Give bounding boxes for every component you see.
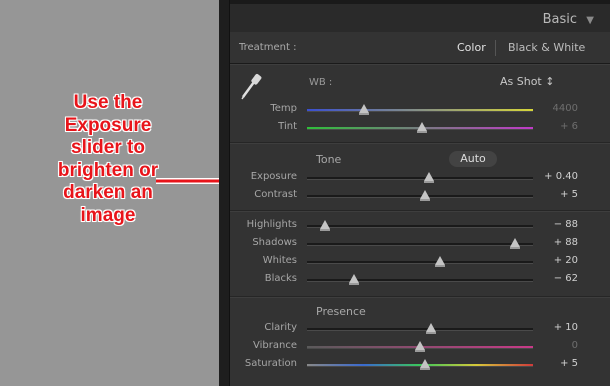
- tint-slider-row: Tint + 6: [230, 119, 610, 137]
- temp-slider-thumb[interactable]: [358, 104, 369, 115]
- saturation-slider-row: Saturation + 5: [230, 356, 610, 374]
- divider: [230, 143, 610, 144]
- tint-value[interactable]: + 6: [560, 121, 578, 132]
- clarity-slider-track[interactable]: [307, 328, 533, 331]
- whites-slider-thumb[interactable]: [435, 256, 446, 267]
- contrast-slider-thumb[interactable]: [419, 190, 430, 201]
- panel-title: Basic: [542, 12, 577, 27]
- exposure-slider-track[interactable]: [307, 177, 533, 180]
- tone-title: Tone: [316, 153, 342, 166]
- vibrance-label: Vibrance: [253, 340, 297, 351]
- shadows-slider-thumb[interactable]: [509, 238, 520, 249]
- highlights-slider-thumb[interactable]: [320, 220, 331, 231]
- temp-value[interactable]: 4400: [553, 103, 578, 114]
- eyedropper-icon[interactable]: [239, 70, 265, 100]
- whites-label: Whites: [262, 255, 297, 266]
- annotation-arrow: [156, 171, 244, 191]
- vibrance-slider-thumb[interactable]: [415, 341, 425, 352]
- annotation-line: image: [80, 204, 136, 226]
- treatment-color-button[interactable]: Color: [457, 41, 486, 54]
- treatment-row: Treatment : Color Black & White: [230, 34, 610, 64]
- whites-value[interactable]: + 20: [554, 255, 578, 266]
- clarity-value[interactable]: + 10: [554, 322, 578, 333]
- tint-slider-thumb[interactable]: [417, 122, 428, 133]
- wb-preset-select[interactable]: As Shot ↕: [500, 75, 554, 88]
- highlights-value[interactable]: − 88: [554, 219, 578, 230]
- exposure-value[interactable]: + 0.40: [544, 171, 578, 182]
- divider: [230, 211, 610, 212]
- highlights-slider-row: Highlights − 88: [230, 217, 610, 235]
- divider: [230, 297, 610, 298]
- saturation-value[interactable]: + 5: [560, 358, 578, 369]
- exposure-slider-row: Exposure + 0.40: [230, 169, 610, 187]
- treatment-label: Treatment :: [239, 42, 297, 53]
- whites-slider-track[interactable]: [307, 261, 533, 264]
- panel-header[interactable]: Basic ▼: [230, 0, 610, 32]
- shadows-value[interactable]: + 88: [554, 237, 578, 248]
- saturation-slider-thumb[interactable]: [419, 359, 430, 370]
- auto-tone-button[interactable]: Auto: [449, 151, 497, 167]
- tint-label: Tint: [278, 121, 297, 132]
- divider: [495, 40, 496, 56]
- highlights-slider-track[interactable]: [307, 225, 533, 228]
- clarity-slider-row: Clarity + 10: [230, 320, 610, 338]
- clarity-slider-thumb[interactable]: [426, 323, 437, 334]
- highlights-label: Highlights: [246, 219, 297, 230]
- wb-label: WB :: [309, 77, 333, 88]
- shadows-slider-row: Shadows + 88: [230, 235, 610, 253]
- exposure-slider-thumb[interactable]: [424, 172, 435, 183]
- contrast-value[interactable]: + 5: [560, 189, 578, 200]
- exposure-label: Exposure: [250, 171, 297, 182]
- contrast-label: Contrast: [254, 189, 297, 200]
- vibrance-slider-row: Vibrance 0: [230, 338, 610, 356]
- blacks-label: Blacks: [264, 273, 297, 284]
- divider: [230, 64, 610, 65]
- shadows-slider-track[interactable]: [307, 243, 533, 246]
- blacks-slider-thumb[interactable]: [349, 274, 360, 285]
- basic-panel: Basic ▼ Treatment : Color Black & White …: [229, 0, 610, 386]
- temp-slider-track[interactable]: [307, 109, 533, 112]
- blacks-slider-row: Blacks − 62: [230, 271, 610, 289]
- presence-title: Presence: [316, 305, 366, 318]
- vibrance-value[interactable]: 0: [572, 340, 578, 351]
- whites-slider-row: Whites + 20: [230, 253, 610, 271]
- clarity-label: Clarity: [264, 322, 297, 333]
- develop-panel: Basic ▼ Treatment : Color Black & White …: [219, 0, 610, 386]
- temp-slider-row: Temp 4400: [230, 101, 610, 119]
- treatment-bw-button[interactable]: Black & White: [508, 41, 585, 54]
- blacks-value[interactable]: − 62: [554, 273, 578, 284]
- saturation-label: Saturation: [244, 358, 297, 369]
- blacks-slider-track[interactable]: [307, 279, 533, 282]
- triangle-down-icon[interactable]: ▼: [586, 15, 594, 26]
- temp-label: Temp: [270, 103, 297, 114]
- contrast-slider-row: Contrast + 5: [230, 187, 610, 205]
- shadows-label: Shadows: [252, 237, 297, 248]
